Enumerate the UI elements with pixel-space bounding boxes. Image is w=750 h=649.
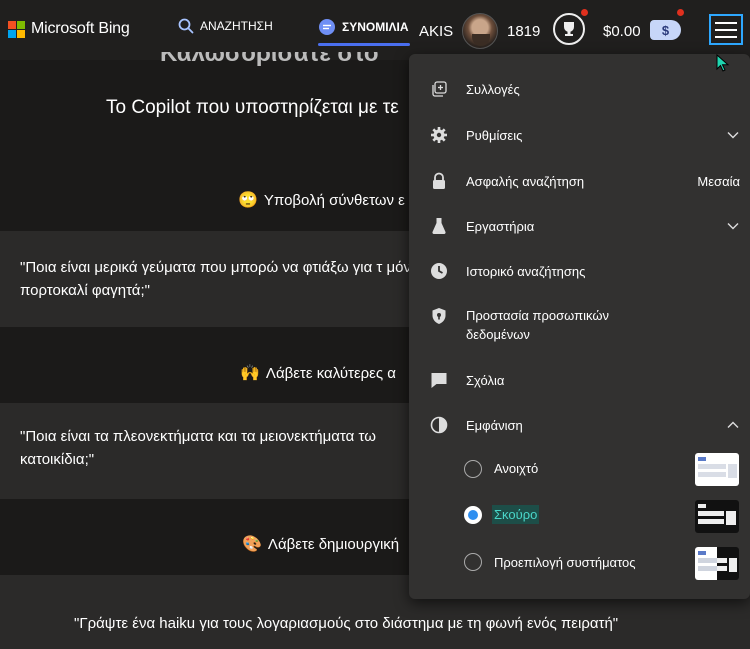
hamburger-menu-button[interactable] (709, 14, 743, 45)
rewards-points[interactable]: 1819 (507, 23, 540, 40)
example-text: "Ποια είναι τα πλεονεκτήματα και τα μειο… (20, 428, 376, 468)
nav-chat[interactable]: ΣΥΝΟΜΙΛΙΑ (318, 18, 409, 36)
history-icon (429, 261, 449, 281)
user-name[interactable]: AKIS (419, 23, 453, 40)
menu-item-safe-search[interactable]: Ασφαλής αναζήτηση Μεσαία (409, 170, 750, 192)
welcome-heading: Καλωσορίσατε στο (160, 52, 379, 67)
collections-icon (429, 79, 449, 99)
radio-light[interactable] (464, 460, 482, 478)
flask-icon (429, 216, 449, 236)
menu-item-settings[interactable]: Ρυθμίσεις (409, 124, 750, 146)
nav-search-label: ΑΝΑΖΗΤΗΣΗ (200, 19, 273, 33)
menu-label: Σχόλια (466, 372, 505, 388)
chevron-up-icon (727, 421, 739, 428)
shield-icon (429, 306, 449, 326)
menu-item-feedback[interactable]: Σχόλια (409, 369, 750, 391)
top-header: Microsoft Bing ΑΝΑΖΗΤΗΣΗ ΣΥΝΟΜΙΛΙΑ AKIS … (0, 0, 750, 60)
dollar-tag-icon[interactable]: $ (650, 20, 681, 40)
money-notification-dot (677, 9, 684, 16)
contrast-icon (429, 415, 449, 435)
option-label: Σκούρο (492, 505, 540, 524)
feature-title-1: 🙄 Υποβολή σύνθετων ε (238, 190, 405, 210)
menu-label: Εργαστήρια (466, 218, 535, 234)
menu-item-search-history[interactable]: Ιστορικό αναζήτησης (409, 260, 750, 282)
subtitle: Το Copilot που υποστηρίζεται με τε (106, 97, 399, 118)
feature-title-3: 🎨 Λάβετε δημιουργική (242, 534, 399, 554)
active-tab-indicator (318, 43, 410, 46)
balance[interactable]: $0.00 (603, 23, 641, 40)
feature-title-2: 🙌 Λάβετε καλύτερες α (240, 363, 396, 383)
microsoft-logo-icon (8, 20, 25, 38)
menu-label: Εμφάνιση (466, 417, 523, 433)
menu-item-appearance[interactable]: Εμφάνιση (409, 414, 750, 436)
gear-icon (429, 125, 449, 145)
menu-label: Συλλογές (466, 81, 520, 97)
example-text: "Γράψτε ένα haiku για τους λογαριασμούς … (74, 615, 619, 632)
appearance-option-light[interactable]: Ανοιχτό (409, 452, 750, 488)
raised-hands-emoji-icon: 🙌 (240, 365, 260, 382)
settings-dropdown-menu: Συλλογές Ρυθμίσεις Ασφαλής αναζήτηση Μεσ… (409, 54, 750, 599)
appearance-option-dark[interactable]: Σκούρο (409, 498, 750, 534)
menu-item-privacy[interactable]: Προστασία προσωπικών δεδομένων (409, 306, 750, 344)
option-label: Προεπιλογή συστήματος (494, 555, 636, 570)
feedback-icon (429, 370, 449, 390)
search-icon (178, 18, 194, 34)
feature-title-text: Λάβετε δημιουργική (267, 535, 400, 553)
radio-dark[interactable] (464, 506, 482, 524)
nav-search[interactable]: ΑΝΑΖΗΤΗΣΗ (178, 18, 273, 34)
feature-title-text: Λάβετε καλύτερες α (265, 364, 396, 382)
menu-item-labs[interactable]: Εργαστήρια (409, 215, 750, 237)
appearance-option-system[interactable]: Προεπιλογή συστήματος (409, 546, 750, 582)
chevron-down-icon (727, 223, 739, 230)
menu-item-collections[interactable]: Συλλογές (409, 78, 750, 100)
feature-title-text: Υποβολή σύνθετων ε (263, 191, 405, 209)
chat-icon (319, 19, 335, 35)
brand-name: Microsoft Bing (31, 20, 130, 37)
nav-chat-label: ΣΥΝΟΜΙΛΙΑ (342, 20, 409, 34)
radio-system[interactable] (464, 553, 482, 571)
dark-theme-preview-icon (695, 500, 739, 533)
menu-label: Ρυθμίσεις (466, 127, 523, 143)
avatar[interactable] (462, 13, 498, 49)
system-theme-preview-icon (695, 547, 739, 580)
menu-label: Προστασία προσωπικών δεδομένων (466, 308, 609, 342)
example-text: "Ποια είναι μερικά γεύματα που μπορώ να … (20, 259, 420, 299)
safe-search-value: Μεσαία (697, 173, 740, 189)
mouse-cursor-icon (716, 54, 730, 72)
eye-roll-emoji-icon: 🙄 (238, 192, 258, 209)
rewards-trophy-icon[interactable] (553, 13, 585, 45)
palette-emoji-icon: 🎨 (242, 536, 262, 553)
bing-logo[interactable]: Microsoft Bing (8, 20, 130, 38)
menu-label: Ιστορικό αναζήτησης (466, 263, 586, 279)
light-theme-preview-icon (695, 453, 739, 486)
chevron-down-icon (727, 132, 739, 139)
lock-icon (429, 171, 449, 191)
menu-label: Ασφαλής αναζήτηση (466, 173, 585, 189)
option-label: Ανοιχτό (494, 461, 539, 476)
trophy-notification-dot (581, 9, 588, 16)
